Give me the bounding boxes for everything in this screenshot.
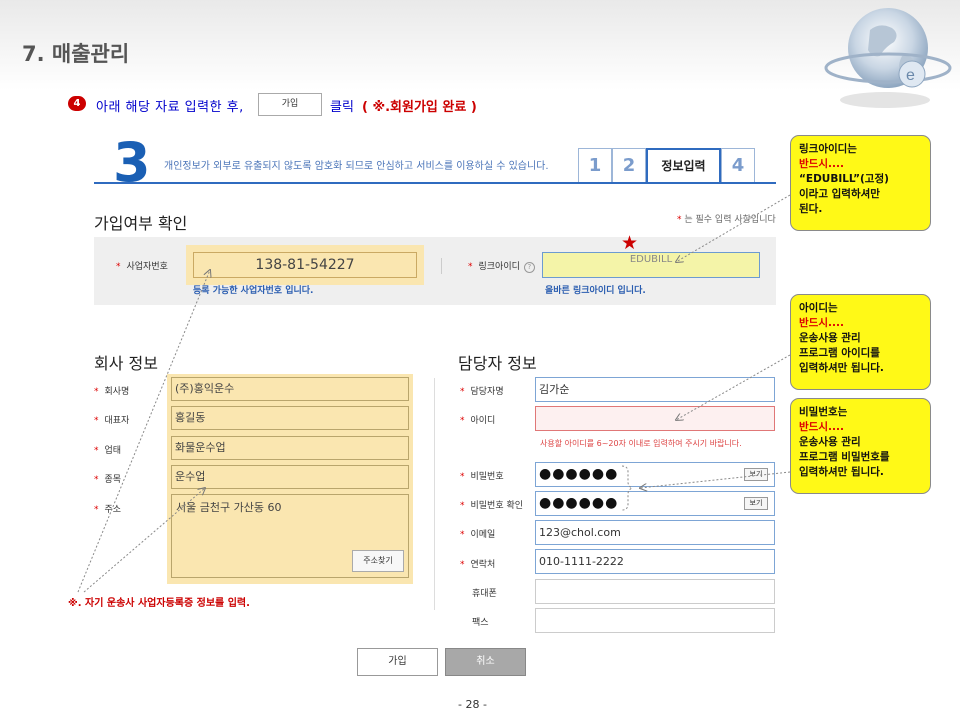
callout-user-id: 아이디는 반드시.... 운송사용 관리 프로그램 아이디를 입력하셔만 됩니다…	[790, 294, 931, 390]
password-confirm-view-button[interactable]: 보기	[744, 497, 768, 510]
fax-label: 팩스	[472, 618, 489, 628]
help-icon[interactable]: ?	[523, 262, 535, 273]
company-name-label: * 회사명	[94, 387, 130, 397]
check-divider	[441, 258, 442, 274]
tab-step-2[interactable]: 2	[612, 148, 646, 183]
password-view-button[interactable]: 보기	[744, 468, 768, 481]
biz-number-label: * 사업자번호	[116, 262, 168, 272]
password-field[interactable]: ●●●●●● 보기	[535, 462, 775, 487]
biz-number-ok-message: 등록 가능한 사업자번호 입니다.	[193, 286, 314, 296]
instruction-note: ( ※.회원가입 완료 )	[362, 100, 477, 115]
business-item-field[interactable]: 운수업	[171, 465, 409, 489]
business-item-label-text: 종목	[104, 475, 122, 485]
company-section-title: 회사 정보	[94, 354, 158, 373]
password-confirm-value: ●●●●●●	[539, 495, 619, 511]
column-divider	[434, 378, 435, 610]
address-search-button[interactable]: 주소찾기	[352, 550, 404, 572]
password-label: * 비밀번호	[460, 472, 504, 482]
security-notice: 개인정보가 외부로 유출되지 않도록 암호화 되므로 안심하고 서비스를 이용하…	[164, 161, 549, 172]
callout-pw-line3: 운송사용 관리	[799, 436, 861, 448]
email-label: * 이메일	[460, 530, 496, 540]
user-id-error-message: 사용할 아이디를 6~20자 이내로 입력하여 주시기 바랍니다.	[540, 439, 742, 448]
address-label-text: 주소	[104, 505, 122, 515]
instruction-join-button[interactable]: 가입	[258, 93, 322, 116]
link-id-label-text: 링크아이디	[478, 262, 520, 272]
header-divider	[94, 182, 776, 184]
cancel-button[interactable]: 취소	[445, 648, 526, 676]
link-id-label: * 링크아이디?	[468, 259, 535, 273]
callout-id-line1: 아이디는	[799, 302, 838, 314]
company-info-note: ※. 자기 운송사 사업자등록증 정보를 입력.	[68, 598, 250, 609]
phone-label-text: 연락처	[470, 560, 496, 570]
manager-name-label: * 담당자명	[460, 387, 504, 397]
callout-id-line5: 입력하셔만 됩니다.	[799, 362, 884, 374]
instruction-click-text: 클릭	[330, 100, 354, 115]
person-section-title: 담당자 정보	[458, 354, 537, 373]
company-name-field[interactable]: (주)홍익운수	[171, 377, 409, 401]
callout-link-line2: 반드시....	[799, 158, 844, 170]
mobile-field[interactable]	[535, 579, 775, 604]
globe-logo-icon: e	[810, 0, 960, 110]
ceo-label-text: 대표자	[104, 416, 130, 426]
page-number: - 28 -	[458, 698, 487, 711]
svg-text:e: e	[906, 67, 915, 84]
business-type-label-text: 업태	[104, 446, 122, 456]
password-label-text: 비밀번호	[470, 472, 504, 482]
callout-id-line3: 운송사용 관리	[799, 332, 861, 344]
tab-step-1[interactable]: 1	[578, 148, 612, 183]
callout-link-line4: 이라고 입력하셔만	[799, 188, 880, 200]
ceo-label: * 대표자	[94, 416, 130, 426]
tab-step-4[interactable]: 4	[721, 148, 755, 183]
password-confirm-field[interactable]: ●●●●●● 보기	[535, 491, 775, 516]
callout-password: 비밀번호는 반드시.... 운송사용 관리 프로그램 비밀번호를 입력하셔만 됩…	[790, 398, 931, 494]
user-id-label: * 아이디	[460, 416, 496, 426]
required-note: * 는 필수 입력 사항입니다	[677, 215, 776, 225]
star-marker-icon: ★	[621, 232, 639, 254]
callout-link-line5: 된다.	[799, 203, 823, 215]
check-section-title: 가입여부 확인	[94, 214, 188, 233]
address-label: * 주소	[94, 505, 122, 515]
password-confirm-label: * 비밀번호 확인	[460, 501, 524, 511]
callout-pw-line1: 비밀번호는	[799, 406, 848, 418]
required-note-text: 는 필수 입력 사항입니다	[684, 215, 776, 225]
biz-number-label-text: 사업자번호	[126, 262, 168, 272]
callout-pw-line4: 프로그램 비밀번호를	[799, 451, 890, 463]
mobile-label: 휴대폰	[472, 589, 497, 599]
callout-link-line1: 링크아이디는	[799, 143, 857, 155]
slide-title: 7. 매출관리	[22, 42, 130, 66]
business-type-label: * 업태	[94, 446, 122, 456]
callout-pw-line2: 반드시....	[799, 421, 844, 433]
fax-field[interactable]	[535, 608, 775, 633]
callout-pw-line5: 입력하셔만 됩니다.	[799, 466, 884, 478]
ceo-field[interactable]: 홍길동	[171, 406, 409, 430]
instruction-text: 아래 해당 자료 입력한 후,	[96, 100, 244, 115]
business-type-field[interactable]: 화물운수업	[171, 436, 409, 460]
business-item-label: * 종목	[94, 475, 122, 485]
phone-field[interactable]: 010-1111-2222	[535, 549, 775, 574]
biz-number-field[interactable]: 138-81-54227	[193, 252, 417, 278]
phone-label: * 연락처	[460, 560, 496, 570]
callout-link-line3: “EDUBILL”(고정)	[799, 173, 889, 185]
company-name-label-text: 회사명	[104, 387, 130, 397]
email-label-text: 이메일	[470, 530, 496, 540]
link-id-ok-message: 올바른 링크아이디 입니다.	[545, 286, 646, 296]
user-id-label-text: 아이디	[470, 416, 496, 426]
manager-name-label-text: 담당자명	[470, 387, 504, 397]
manager-name-field[interactable]: 김가순	[535, 377, 775, 402]
callout-link-id: 링크아이디는 반드시.... “EDUBILL”(고정) 이라고 입력하셔만 된…	[790, 135, 931, 231]
password-value: ●●●●●●	[539, 466, 619, 482]
email-field[interactable]: 123@chol.com	[535, 520, 775, 545]
tab-info-input[interactable]: 정보입력	[646, 148, 721, 184]
step-number-badge: 4	[68, 96, 86, 111]
link-id-field[interactable]: EDUBILL	[542, 252, 760, 278]
user-id-field[interactable]	[535, 406, 775, 431]
callout-id-line2: 반드시....	[799, 317, 844, 329]
join-button[interactable]: 가입	[357, 648, 438, 676]
password-confirm-label-text: 비밀번호 확인	[470, 501, 524, 511]
callout-id-line4: 프로그램 아이디를	[799, 347, 880, 359]
